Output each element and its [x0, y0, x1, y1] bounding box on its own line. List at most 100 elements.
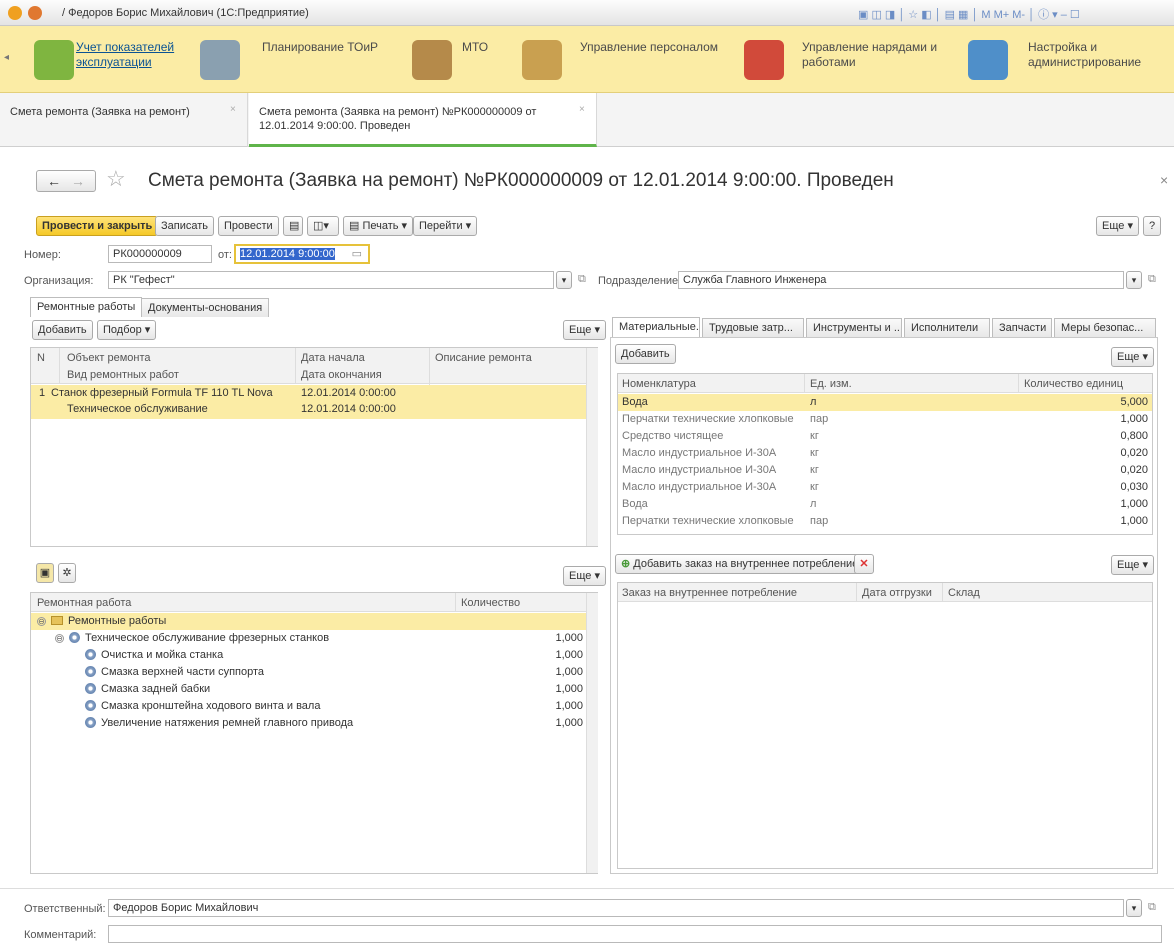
col-repair-work[interactable]: Ремонтная работа	[37, 597, 131, 609]
post-and-close-button[interactable]: Провести и закрыть	[36, 216, 159, 236]
toolbar-icons[interactable]: ▣ ◫ ◨ │ ☆ ◧ │ ▤ ▦ │ M M+ M- │ ⓘ ▾ – ☐	[858, 6, 1080, 22]
tree-row[interactable]: ⊖ Ремонтные работы	[31, 613, 586, 630]
dropdown-icon[interactable]: ▾	[556, 271, 572, 289]
print-button[interactable]: ▤ Печать ▾	[343, 216, 414, 236]
col-start[interactable]: Дата начала	[301, 352, 365, 364]
main-menu-icon[interactable]	[28, 6, 42, 20]
collapse-icon[interactable]: ⊖	[55, 634, 64, 643]
tree-row[interactable]: Смазка кронштейна ходового винта и вала 1…	[31, 698, 586, 715]
table-row[interactable]: Масло индустриальное И-30А кг 0,020	[618, 462, 1152, 479]
date-field[interactable]: 12.01.2014 9:00:00 ▭	[234, 244, 370, 264]
save-button[interactable]: Записать	[155, 216, 215, 236]
tree-row[interactable]: Смазка верхней части суппорта 1,000	[31, 664, 586, 681]
from-label: от:	[218, 249, 232, 261]
forward-icon[interactable]: →	[71, 173, 85, 189]
more-button[interactable]: Еще ▾	[563, 320, 606, 340]
col-unit-quantity[interactable]: Количество единиц	[1024, 378, 1123, 390]
tree-row-label: ⊖ Ремонтные работы	[37, 613, 166, 630]
table-row[interactable]: Вода л 1,000	[618, 496, 1152, 513]
delete-icon[interactable]: ✕	[854, 554, 874, 574]
back-icon[interactable]: ←	[47, 173, 61, 189]
col-work-type[interactable]: Вид ремонтных работ	[67, 369, 179, 381]
table-row[interactable]: Масло индустриальное И-30А кг 0,020	[618, 445, 1152, 462]
table-row[interactable]: Масло индустриальное И-30А кг 0,030	[618, 479, 1152, 496]
tab-tools[interactable]: Инструменты и ...	[806, 318, 902, 337]
tree-row[interactable]: Смазка задней бабки 1,000	[31, 681, 586, 698]
open-icon[interactable]: ⧉	[578, 273, 586, 286]
material-qty: 0,030	[1120, 481, 1148, 493]
tree-row[interactable]: ⊖ Техническое обслуживание фрезерных стан…	[31, 630, 586, 647]
col-object[interactable]: Объект ремонта	[67, 352, 151, 364]
col-quantity[interactable]: Количество	[461, 597, 520, 609]
folder-icon[interactable]: ▣	[36, 563, 54, 583]
tab-labor[interactable]: Трудовые затр...	[702, 318, 804, 337]
calendar-icon[interactable]: ▭	[352, 246, 362, 262]
tree-row[interactable]: Увеличение натяжения ремней главного при…	[31, 715, 586, 732]
close-icon[interactable]: ×	[579, 103, 585, 117]
table-row[interactable]: Перчатки технические хлопковые пар 1,000	[618, 513, 1152, 530]
tab-safety[interactable]: Меры безопас...	[1054, 318, 1156, 337]
tab-estimate-document[interactable]: Смета ремонта (Заявка на ремонт) №РК0000…	[249, 93, 597, 147]
number-field[interactable]: РК000000009	[108, 245, 212, 263]
scroll-left-icon[interactable]: ◂	[4, 52, 9, 63]
collapse-icon[interactable]: ⊖	[37, 617, 46, 626]
gear-icon	[85, 717, 96, 728]
post-button[interactable]: Провести	[218, 216, 279, 236]
close-icon[interactable]: ×	[230, 103, 236, 117]
col-n[interactable]: N	[37, 352, 45, 364]
add-work-button[interactable]: Добавить	[32, 320, 93, 340]
table-row[interactable]: Перчатки технические хлопковые пар 1,000	[618, 411, 1152, 428]
col-nomenclature[interactable]: Номенклатура	[622, 378, 696, 390]
material-qty: 0,800	[1120, 430, 1148, 442]
tree-row[interactable]: Очистка и мойка станка 1,000	[31, 647, 586, 664]
tree-row-label: Увеличение натяжения ремней главного при…	[85, 715, 353, 732]
more-button[interactable]: Еще ▾	[1111, 347, 1154, 367]
more-button[interactable]: Еще ▾	[1096, 216, 1139, 236]
more-button[interactable]: Еще ▾	[1111, 555, 1154, 575]
tab-source-documents[interactable]: Документы-основания	[141, 298, 270, 317]
col-order[interactable]: Заказ на внутреннее потребление	[622, 587, 797, 599]
work-quantity: 1,000	[555, 649, 583, 661]
tab-estimate-list[interactable]: Смета ремонта (Заявка на ремонт) ×	[0, 93, 248, 147]
gear-icon	[85, 683, 96, 694]
goto-button[interactable]: Перейти ▾	[413, 216, 478, 236]
open-windows-bar: Смета ремонта (Заявка на ремонт) × Смета…	[0, 93, 1174, 147]
table-row[interactable]: Вода л 5,000	[618, 394, 1152, 411]
col-end[interactable]: Дата окончания	[301, 369, 382, 381]
material-unit: кг	[810, 447, 819, 459]
tab-executors[interactable]: Исполнители	[904, 318, 990, 337]
table-row[interactable]: Средство чистящее кг 0,800	[618, 428, 1152, 445]
close-icon[interactable]: ×	[1160, 172, 1168, 188]
comment-field[interactable]	[108, 925, 1162, 943]
pick-button[interactable]: Подбор ▾	[97, 320, 157, 340]
section-personnel-icon	[522, 40, 562, 80]
scrollbar[interactable]	[586, 593, 598, 873]
material-qty: 1,000	[1120, 515, 1148, 527]
department-field[interactable]: Служба Главного Инженера	[678, 271, 1124, 289]
organization-field[interactable]: РК "Гефест"	[108, 271, 554, 289]
gear-icon[interactable]: ✲	[58, 563, 76, 583]
col-description[interactable]: Описание ремонта	[435, 352, 532, 364]
col-divider	[59, 348, 60, 384]
tab-repair-works[interactable]: Ремонтные работы	[30, 297, 143, 318]
col-ship-date[interactable]: Дата отгрузки	[862, 587, 932, 599]
dropdown-icon[interactable]: ▾	[1126, 899, 1142, 917]
responsible-field[interactable]: Федоров Борис Михайлович	[108, 899, 1124, 917]
tab-materials[interactable]: Материальные...	[612, 317, 700, 338]
app-logo-icon[interactable]	[8, 6, 22, 20]
dropdown-icon[interactable]: ▾	[1126, 271, 1142, 289]
help-button[interactable]: ?	[1143, 216, 1161, 236]
favorite-star-icon[interactable]: ☆	[106, 166, 126, 192]
tab-spare-parts[interactable]: Запчасти	[992, 318, 1052, 337]
open-icon[interactable]: ⧉	[1148, 901, 1156, 914]
open-icon[interactable]: ⧉	[1148, 273, 1156, 286]
scrollbar[interactable]	[586, 348, 598, 546]
more-button[interactable]: Еще ▾	[563, 566, 606, 586]
table-row[interactable]: 1 Станок фрезерный Formula TF 110 TL Nov…	[31, 385, 586, 419]
list-icon[interactable]: ▤	[283, 216, 303, 236]
col-unit[interactable]: Ед. изм.	[810, 378, 852, 390]
add-order-button[interactable]: ⊕ Добавить заказ на внутреннее потреблен…	[615, 554, 865, 574]
add-material-button[interactable]: Добавить	[615, 344, 676, 364]
create-based-icon[interactable]: ◫▾	[307, 216, 339, 236]
col-warehouse[interactable]: Склад	[948, 587, 980, 599]
